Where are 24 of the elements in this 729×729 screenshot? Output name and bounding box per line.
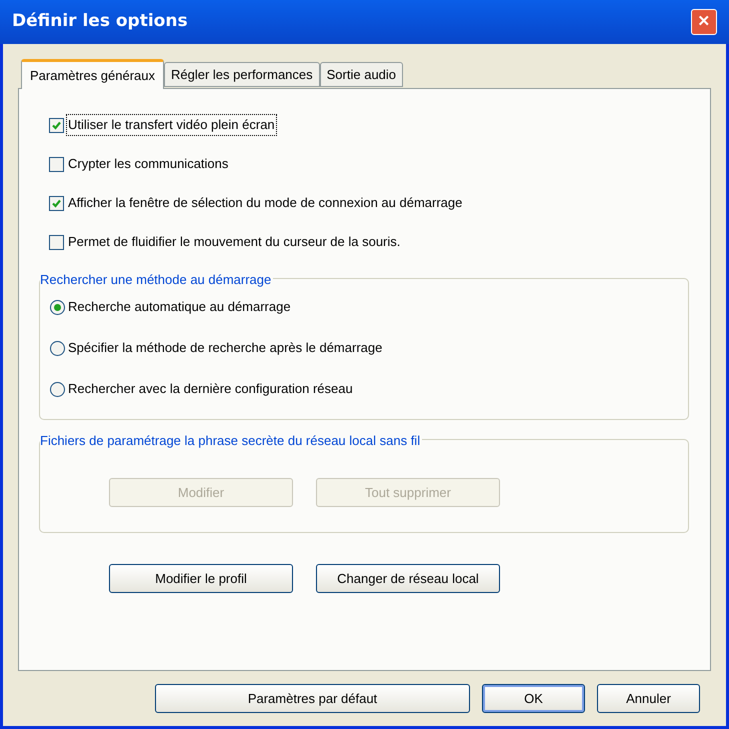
radio-button[interactable] [50,300,65,314]
radio-label[interactable]: Rechercher avec la dernière configuration réseau [68,379,353,399]
checkbox[interactable] [49,156,64,172]
checkbox[interactable] [49,196,64,210]
checkbox-label[interactable]: Afficher la fenêtre de sélection du mode de connexion au démarrage [67,193,464,213]
tab[interactable]: Régler les performances [164,62,320,87]
checkbox[interactable] [49,118,64,132]
button[interactable]: Changer de réseau local [316,564,500,593]
button[interactable]: OK [482,684,585,713]
tab[interactable]: Paramètres généraux [21,59,164,89]
radio-button[interactable] [50,382,65,396]
radio-label[interactable]: Recherche automatique au démarrage [68,297,291,317]
checkbox-label[interactable]: Utiliser le transfert vidéo plein écran [67,115,276,135]
radio-label[interactable]: Spécifier la méthode de recherche après le démarrage [68,338,382,358]
close-button[interactable]: ✕ [691,9,717,35]
button[interactable]: Paramètres par défaut [155,684,470,713]
tab[interactable]: Sortie audio [320,62,404,87]
checkbox-label[interactable]: Permet de fluidifier le mouvement du curseur de la souris. [67,232,402,252]
button[interactable]: Annuler [597,684,700,713]
window-title: Définir les options [12,10,188,34]
checkbox-label[interactable]: Crypter les communications [67,154,230,174]
button[interactable]: Modifier le profil [109,564,293,593]
radio-button[interactable] [50,340,65,356]
checkbox[interactable] [49,234,64,250]
